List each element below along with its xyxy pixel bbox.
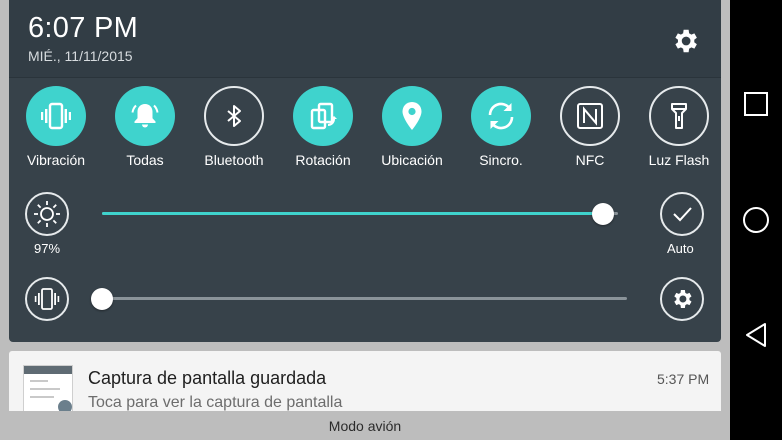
bell-icon — [131, 104, 159, 128]
screenshot-thumbnail — [23, 365, 73, 411]
toggle-bluetooth[interactable]: Bluetooth — [190, 86, 278, 168]
toggle-bluetooth-label: Bluetooth — [204, 152, 264, 168]
toggle-luz-flash[interactable]: Luz Flash — [635, 86, 723, 168]
home-button[interactable] — [740, 204, 772, 236]
toggle-nfc-circle — [560, 86, 620, 146]
navigation-bar — [730, 0, 782, 440]
screenshot-notification[interactable]: Captura de pantalla guardada Toca para v… — [9, 351, 721, 411]
toggle-todas[interactable]: Todas — [101, 86, 189, 168]
brightness-icon-button — [25, 192, 69, 236]
toggle-rotacion-circle — [293, 86, 353, 146]
volume-slider-track[interactable] — [102, 297, 627, 300]
airplane-mode-label: Modo avión — [328, 417, 402, 434]
flashlight-icon — [671, 103, 687, 129]
sound-settings-button[interactable] — [660, 277, 704, 321]
nfc-icon — [577, 103, 603, 129]
toggle-nfc[interactable]: NFC — [546, 86, 634, 168]
toggle-todas-label: Todas — [126, 152, 164, 168]
back-icon — [746, 323, 766, 347]
settings-button[interactable] — [665, 21, 705, 61]
vibrate-icon — [34, 288, 60, 310]
toggle-sincro-label: Sincro. — [479, 152, 523, 168]
sync-icon — [488, 102, 514, 130]
clock-time: 6:07 PM — [28, 12, 139, 44]
toggle-rotacion-label: Rotación — [295, 152, 351, 168]
bottom-status-strip: Modo avión — [0, 411, 730, 440]
toggle-todas-circle — [115, 86, 175, 146]
rotation-icon — [310, 102, 337, 130]
recents-icon — [744, 92, 768, 116]
toggle-luz-flash-circle — [649, 86, 709, 146]
toggle-vibracion-label: Vibración — [26, 152, 86, 168]
brightness-value: 97% — [34, 241, 61, 256]
toggle-vibracion[interactable]: Vibración — [12, 86, 100, 168]
gear-icon — [675, 29, 697, 53]
quick-settings-panel: 6:07 PM MIÉ., 11/11/2015 Vibración Todas… — [9, 0, 721, 342]
location-icon — [402, 102, 422, 130]
brightness-slider-track[interactable] — [102, 212, 618, 215]
toggle-ubicacion[interactable]: Ubicación — [368, 86, 456, 168]
toggle-sincro[interactable]: Sincro. — [457, 86, 545, 168]
back-button[interactable] — [740, 319, 772, 351]
toggle-luz-flash-label: Luz Flash — [648, 152, 710, 168]
home-icon — [743, 207, 769, 233]
volume-slider-thumb[interactable] — [91, 288, 113, 310]
recents-button[interactable] — [740, 88, 772, 120]
brightness-icon — [34, 201, 60, 227]
check-icon — [673, 207, 692, 222]
bluetooth-icon — [227, 105, 241, 127]
ringer-mode-button[interactable] — [25, 277, 69, 321]
toggle-vibracion-circle — [26, 86, 86, 146]
toggle-sincro-circle — [471, 86, 531, 146]
toggle-rotacion[interactable]: Rotación — [279, 86, 367, 168]
brightness-slider-thumb[interactable] — [591, 203, 614, 225]
notification-title: Captura de pantalla guardada — [88, 368, 327, 388]
clock-date: MIÉ., 11/11/2015 — [28, 48, 133, 64]
toggle-ubicacion-circle — [382, 86, 442, 146]
vibrate-icon — [41, 102, 71, 130]
notification-time: 5:37 PM — [657, 371, 710, 387]
auto-brightness-button[interactable] — [660, 192, 704, 236]
quick-toggles: Vibración Todas Bluetooth Rotación Ubica… — [9, 86, 721, 178]
panel-header: 6:07 PM MIÉ., 11/11/2015 — [9, 0, 721, 78]
brightness-slider-fill — [102, 212, 603, 215]
toggle-ubicacion-label: Ubicación — [381, 152, 443, 168]
auto-brightness-label: Auto — [667, 241, 694, 256]
notification-subtitle: Toca para ver la captura de pantalla — [88, 394, 343, 411]
toggle-nfc-label: NFC — [575, 152, 605, 168]
toggle-bluetooth-circle — [204, 86, 264, 146]
gear-icon — [674, 290, 692, 308]
